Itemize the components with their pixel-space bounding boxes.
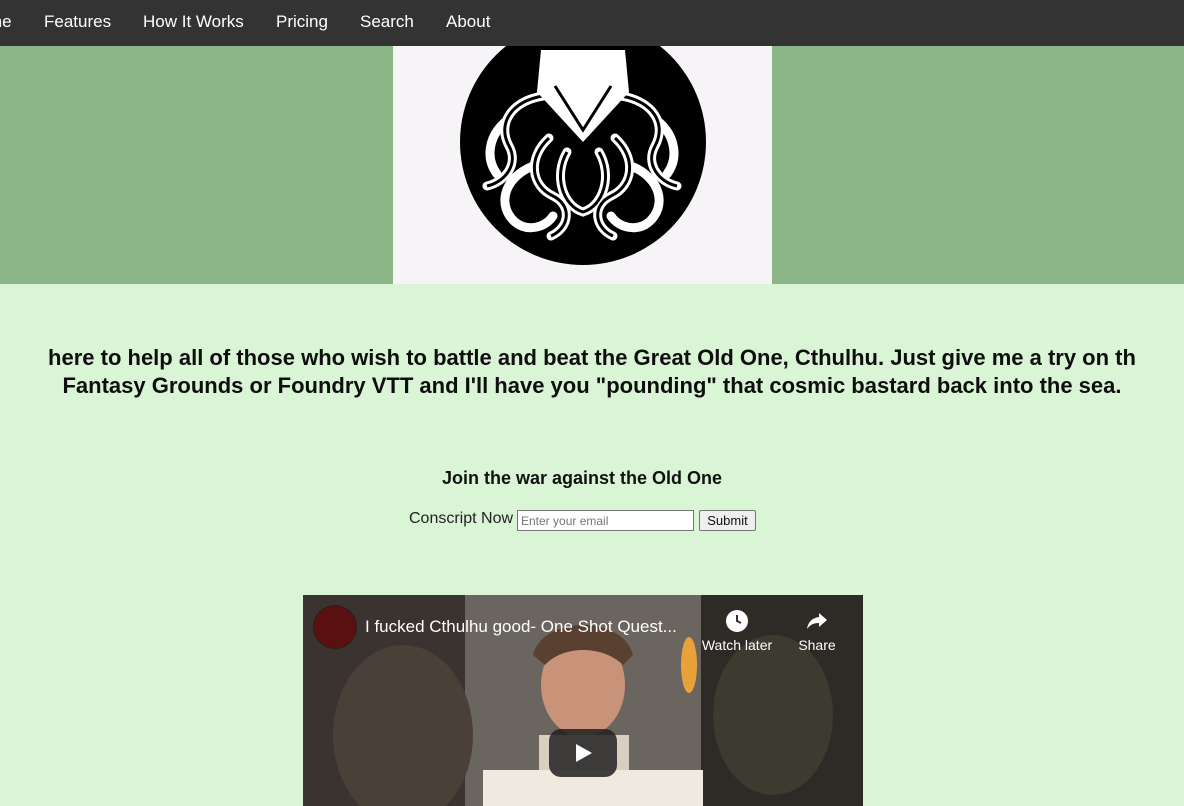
share-button[interactable]: Share bbox=[777, 609, 857, 653]
nav-pricing-link[interactable]: Pricing bbox=[276, 12, 328, 32]
email-input[interactable] bbox=[517, 510, 694, 531]
nav-how-it-works-link[interactable]: How It Works bbox=[143, 12, 244, 32]
channel-avatar[interactable] bbox=[313, 605, 357, 649]
signup-label: Conscript Now bbox=[409, 510, 514, 527]
nav-about-link[interactable]: About bbox=[446, 12, 490, 32]
tagline: here to help all of those who wish to ba… bbox=[0, 344, 1184, 400]
tagline-line-1: here to help all of those who wish to ba… bbox=[48, 345, 1136, 370]
video-title[interactable]: I fucked Cthulhu good- One Shot Quest... bbox=[365, 617, 677, 637]
video-embed[interactable]: I fucked Cthulhu good- One Shot Quest...… bbox=[303, 595, 863, 806]
watch-later-button[interactable]: Watch later bbox=[697, 609, 777, 653]
signup-heading: Join the war against the Old One bbox=[441, 468, 723, 488]
play-button[interactable] bbox=[549, 729, 617, 777]
share-label: Share bbox=[798, 637, 836, 653]
clock-icon bbox=[726, 610, 748, 632]
share-arrow-icon bbox=[807, 613, 827, 629]
cthulhu-emblem-icon bbox=[460, 19, 706, 265]
submit-button[interactable]: Submit bbox=[699, 510, 756, 531]
nav-search-link[interactable]: Search bbox=[360, 12, 414, 32]
nav-features-link[interactable]: Features bbox=[44, 12, 111, 32]
hero-banner bbox=[0, 19, 1184, 284]
tagline-line-2: Fantasy Grounds or Foundry VTT and I'll … bbox=[62, 373, 1122, 398]
play-icon bbox=[576, 744, 592, 762]
nav-home-link[interactable]: me bbox=[0, 12, 12, 32]
top-nav: me Features How It Works Pricing Search … bbox=[0, 0, 1184, 46]
watch-later-label: Watch later bbox=[701, 637, 773, 653]
cthulhu-logo bbox=[393, 19, 772, 284]
